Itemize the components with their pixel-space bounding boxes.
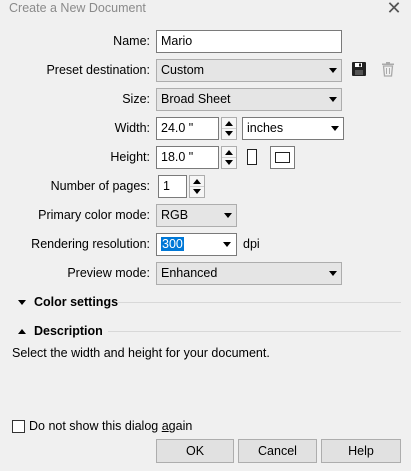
trash-icon[interactable] [380,61,396,80]
resolution-input[interactable]: 300 [156,233,237,256]
chevron-down-icon [331,126,339,131]
pages-input[interactable]: 1 [158,175,187,198]
color-settings-section-toggle[interactable]: Color settings [18,295,118,309]
resolution-label: Rendering resolution: [31,237,150,251]
expand-arrow-icon [18,300,26,306]
resolution-unit: dpi [243,237,260,251]
dont-show-again-checkbox[interactable] [12,420,25,433]
preview-mode-label: Preview mode: [67,266,150,280]
dialog-title: Create a New Document [9,1,146,15]
preset-destination-label: Preset destination: [46,63,150,77]
preset-destination-dropdown[interactable]: Custom [156,59,342,82]
landscape-page-icon[interactable] [270,146,295,169]
chevron-down-icon [329,271,337,276]
chevron-down-icon[interactable] [223,242,231,247]
size-label: Size: [122,92,150,106]
decrement-arrow-icon[interactable] [225,131,233,136]
size-dropdown[interactable]: Broad Sheet [156,88,342,111]
color-mode-value: RGB [161,208,189,222]
width-stepper[interactable] [221,117,237,140]
pages-stepper[interactable] [189,175,205,198]
pages-label: Number of pages: [50,179,150,193]
increment-arrow-icon[interactable] [225,150,233,155]
preview-mode-dropdown[interactable]: Enhanced [156,262,342,285]
description-text: Select the width and height for your doc… [12,346,270,360]
divider [108,331,401,332]
name-input[interactable]: Mario [156,30,342,53]
description-heading: Description [34,324,103,338]
title-bar: Create a New Document ✕ [0,0,411,18]
width-value: 24.0 " [161,121,194,135]
width-label: Width: [114,121,150,135]
close-icon[interactable]: ✕ [383,0,405,18]
name-label: Name: [113,34,150,48]
preview-mode-value: Enhanced [161,266,218,280]
dont-show-again-label[interactable]: Do not show this dialog again [29,419,192,433]
height-stepper[interactable] [221,146,237,169]
preset-destination-value: Custom [161,63,205,77]
increment-arrow-icon[interactable] [225,121,233,126]
decrement-arrow-icon[interactable] [225,160,233,165]
resolution-value: 300 [161,237,184,251]
color-settings-heading: Color settings [34,295,119,309]
units-dropdown[interactable]: inches [242,117,344,140]
description-section-toggle[interactable]: Description [18,324,103,338]
portrait-page-icon[interactable] [245,147,259,170]
units-value: inches [247,121,284,135]
color-mode-label: Primary color mode: [38,208,150,222]
chevron-down-icon [329,68,337,73]
pages-value: 1 [163,179,170,193]
chevron-down-icon [224,213,232,218]
name-value: Mario [161,34,193,48]
chevron-down-icon [329,97,337,102]
help-button[interactable]: Help [321,439,401,463]
ok-button[interactable]: OK [156,439,234,463]
color-mode-dropdown[interactable]: RGB [156,204,237,227]
increment-arrow-icon[interactable] [193,179,201,184]
width-input[interactable]: 24.0 " [156,117,219,140]
collapse-arrow-icon [18,329,26,335]
height-label: Height: [110,150,150,164]
size-value: Broad Sheet [161,92,231,106]
floppy-disk-icon[interactable] [351,61,367,80]
decrement-arrow-icon[interactable] [193,189,201,194]
height-input[interactable]: 18.0 " [156,146,219,169]
height-value: 18.0 " [161,150,194,164]
divider [118,302,401,303]
cancel-button[interactable]: Cancel [238,439,317,463]
